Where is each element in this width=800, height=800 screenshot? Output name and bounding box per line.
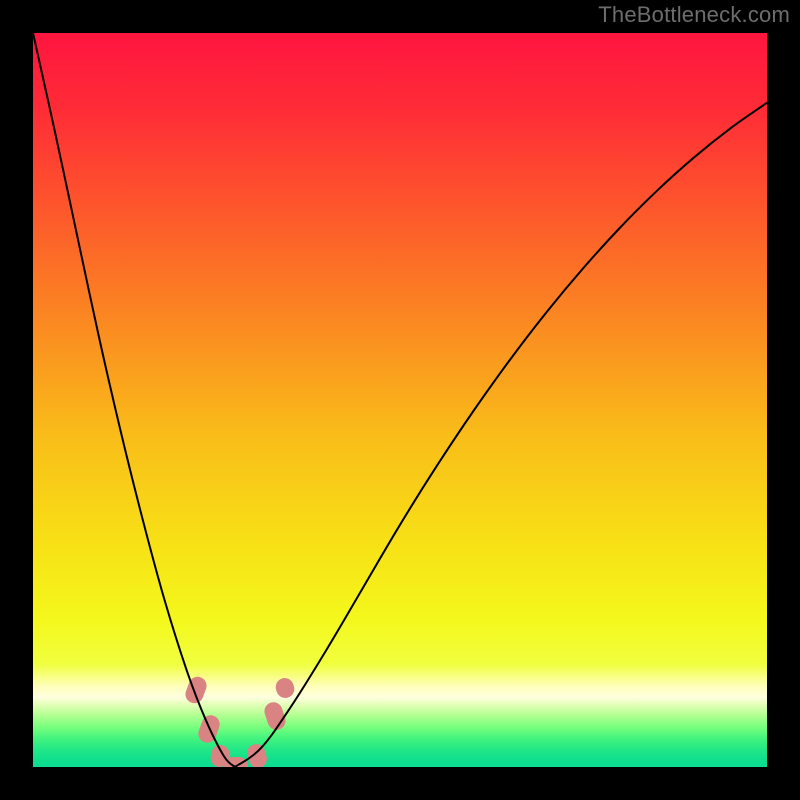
- plot-area: [33, 33, 767, 767]
- bottleneck-curve: [33, 33, 767, 767]
- chart-frame: TheBottleneck.com: [0, 0, 800, 800]
- watermark-text: TheBottleneck.com: [598, 2, 790, 28]
